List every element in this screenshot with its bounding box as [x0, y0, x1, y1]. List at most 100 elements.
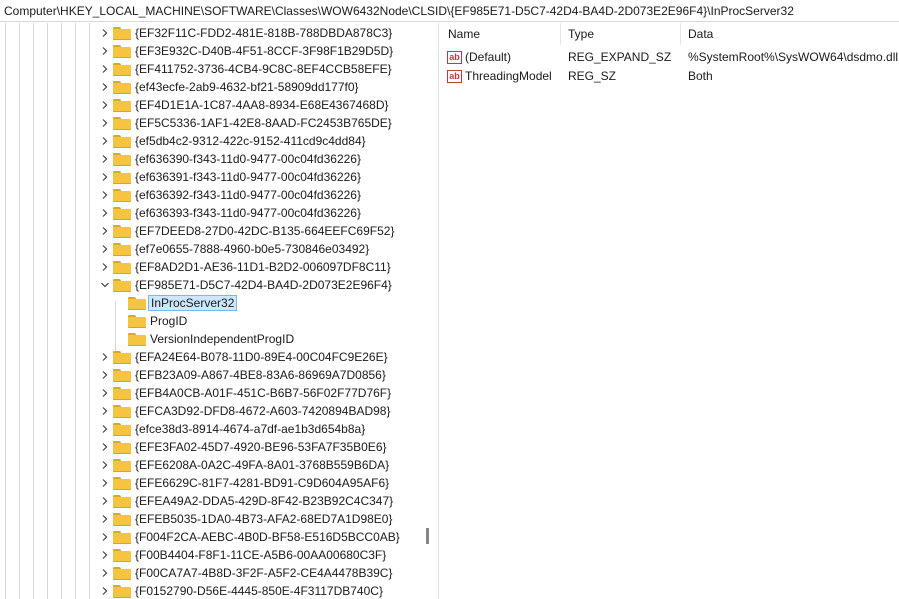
value-type: REG_SZ [568, 69, 617, 83]
column-separator[interactable] [560, 23, 561, 45]
key-tree[interactable]: {EF32F11C-FDD2-481E-818B-788DBDA878C3} {E… [0, 23, 426, 599]
tree-item-label: {ef636390-f343-11d0-9477-00c04fd36226} [135, 152, 361, 166]
tree-subkey-item[interactable]: VersionIndependentProgID [0, 330, 426, 348]
chevron-right-icon[interactable] [100, 100, 110, 110]
chevron-right-icon[interactable] [100, 172, 110, 182]
tree-key-item[interactable]: {ef636393-f343-11d0-9477-00c04fd36226} [0, 204, 426, 222]
chevron-right-icon[interactable] [100, 460, 110, 470]
tree-item-label: {EF4D1E1A-1C87-4AA8-8934-E68E4367468D} [135, 98, 389, 112]
folder-icon [113, 369, 131, 382]
tree-key-item[interactable]: {EF8AD2D1-AE36-11D1-B2D2-006097DF8C11} [0, 258, 426, 276]
string-value-icon: ab [447, 50, 462, 64]
tree-key-item[interactable]: {EFB23A09-A867-4BE8-83A6-86969A7D0856} [0, 366, 426, 384]
chevron-right-icon[interactable] [100, 442, 110, 452]
chevron-right-icon[interactable] [100, 136, 110, 146]
value-row-default[interactable]: ab (Default) [447, 48, 511, 66]
chevron-right-icon[interactable] [100, 208, 110, 218]
tree-item-label: {EFEB5035-1DA0-4B73-AFA2-68ED7A1D98E0} [135, 512, 393, 526]
chevron-right-icon[interactable] [100, 478, 110, 488]
column-header-name[interactable]: Name [448, 23, 480, 45]
folder-icon [113, 243, 131, 256]
tree-key-item[interactable]: {EF411752-3736-4CB4-9C8C-8EF4CCB58EFE} [0, 60, 426, 78]
column-header-type[interactable]: Type [568, 23, 594, 45]
folder-icon [113, 585, 131, 598]
chevron-down-icon[interactable] [100, 280, 110, 290]
chevron-right-icon[interactable] [100, 28, 110, 38]
tree-subkey-item[interactable]: ProgID [0, 312, 426, 330]
tree-scrollbar-thumb[interactable] [426, 528, 429, 544]
tree-key-item[interactable]: {ef636390-f343-11d0-9477-00c04fd36226} [0, 150, 426, 168]
chevron-right-icon[interactable] [100, 514, 110, 524]
values-list[interactable]: Name Type Data ab (Default) REG_EXPAND_S… [439, 23, 899, 599]
chevron-right-icon[interactable] [100, 64, 110, 74]
tree-key-item[interactable]: {ef7e0655-7888-4960-b0e5-730846e03492} [0, 240, 426, 258]
tree-key-item[interactable]: {EFE3FA02-45D7-4920-BE96-53FA7F35B0E6} [0, 438, 426, 456]
tree-key-item[interactable]: {ef636392-f343-11d0-9477-00c04fd36226} [0, 186, 426, 204]
folder-icon [113, 495, 131, 508]
tree-key-item[interactable]: {EF7DEED8-27D0-42DC-B135-664EEFC69F52} [0, 222, 426, 240]
folder-icon [113, 45, 131, 58]
column-header-type-label: Type [568, 27, 595, 41]
chevron-right-icon[interactable] [100, 82, 110, 92]
tree-key-item[interactable]: {EFA24E64-B078-11D0-89E4-00C04FC9E26E} [0, 348, 426, 366]
chevron-right-icon[interactable] [100, 406, 110, 416]
tree-item-label: {EFE3FA02-45D7-4920-BE96-53FA7F35B0E6} [135, 440, 387, 454]
tree-key-item[interactable]: {F0152790-D56E-4445-850E-4F3117DB740C} [0, 582, 426, 599]
tree-key-item[interactable]: {EFB4A0CB-A01F-451C-B6B7-56F02F77D76F} [0, 384, 426, 402]
folder-icon [113, 171, 131, 184]
tree-key-item[interactable]: {EFCA3D92-DFD8-4672-A603-7420894BAD98} [0, 402, 426, 420]
folder-icon [113, 351, 131, 364]
tree-key-item[interactable]: {F00CA7A7-4B8D-3F2F-A5F2-CE4A4478B39C} [0, 564, 426, 582]
tree-key-item[interactable]: {EF4D1E1A-1C87-4AA8-8934-E68E4367468D} [0, 96, 426, 114]
value-row-threadingmodel[interactable]: ab ThreadingModel [447, 67, 552, 85]
chevron-right-icon[interactable] [100, 154, 110, 164]
chevron-right-icon[interactable] [100, 352, 110, 362]
chevron-right-icon[interactable] [100, 586, 110, 596]
column-header-data[interactable]: Data [688, 23, 713, 45]
chevron-right-icon[interactable] [100, 190, 110, 200]
tree-subkey-item[interactable]: InProcServer32 [0, 294, 426, 312]
tree-item-label: {F00B4404-F8F1-11CE-A5B6-00AA00680C3F} [135, 548, 387, 562]
tree-key-item[interactable]: {EFEA49A2-DDA5-429D-8F42-B23B92C4C347} [0, 492, 426, 510]
tree-item-label: {efce38d3-8914-4674-a7df-ae1b3d654b8a} [135, 422, 366, 436]
tree-key-item[interactable]: {efce38d3-8914-4674-a7df-ae1b3d654b8a} [0, 420, 426, 438]
tree-key-item[interactable]: {EF985E71-D5C7-42D4-BA4D-2D073E2E96F4} [0, 276, 426, 294]
address-bar[interactable]: Computer\HKEY_LOCAL_MACHINE\SOFTWARE\Cla… [0, 0, 899, 22]
chevron-right-icon[interactable] [100, 568, 110, 578]
chevron-right-icon[interactable] [100, 532, 110, 542]
chevron-right-icon[interactable] [100, 424, 110, 434]
tree-key-item[interactable]: {ef636391-f343-11d0-9477-00c04fd36226} [0, 168, 426, 186]
chevron-right-icon[interactable] [100, 550, 110, 560]
chevron-right-icon[interactable] [100, 46, 110, 56]
tree-item-label: {EF32F11C-FDD2-481E-818B-788DBDA878C3} [135, 26, 393, 40]
folder-icon [113, 567, 131, 580]
tree-key-item[interactable]: {EF3E932C-D40B-4F51-8CCF-3F98F1B29D5D} [0, 42, 426, 60]
tree-key-item[interactable]: {ef5db4c2-9312-422c-9152-411cd9c4dd84} [0, 132, 426, 150]
chevron-right-icon[interactable] [100, 226, 110, 236]
value-type: REG_EXPAND_SZ [568, 50, 672, 64]
chevron-right-icon[interactable] [100, 496, 110, 506]
tree-key-item[interactable]: {EFE6208A-0A2C-49FA-8A01-3768B559B6DA} [0, 456, 426, 474]
chevron-right-icon[interactable] [100, 388, 110, 398]
tree-key-item[interactable]: {EFE6629C-81F7-4281-BD91-C9D604A95AF6} [0, 474, 426, 492]
chevron-right-icon[interactable] [100, 244, 110, 254]
tree-item-label: {EF3E932C-D40B-4F51-8CCF-3F98F1B29D5D} [135, 44, 394, 58]
folder-icon [113, 225, 131, 238]
column-separator[interactable] [680, 23, 681, 45]
tree-item-label: {F00CA7A7-4B8D-3F2F-A5F2-CE4A4478B39C} [135, 566, 393, 580]
tree-item-label: {F0152790-D56E-4445-850E-4F3117DB740C} [135, 584, 383, 598]
chevron-right-icon[interactable] [100, 118, 110, 128]
tree-key-item[interactable]: {F004F2CA-AEBC-4B0D-BF58-E516D5BCC0AB} [0, 528, 426, 546]
folder-icon [113, 531, 131, 544]
tree-key-item[interactable]: {ef43ecfe-2ab9-4632-bf21-58909dd177f0} [0, 78, 426, 96]
folder-icon [113, 81, 131, 94]
tree-item-label: {ef43ecfe-2ab9-4632-bf21-58909dd177f0} [135, 80, 359, 94]
chevron-right-icon[interactable] [100, 370, 110, 380]
tree-key-item[interactable]: {EFEB5035-1DA0-4B73-AFA2-68ED7A1D98E0} [0, 510, 426, 528]
chevron-right-icon[interactable] [100, 262, 110, 272]
tree-key-item[interactable]: {EF32F11C-FDD2-481E-818B-788DBDA878C3} [0, 24, 426, 42]
string-value-icon: ab [447, 69, 462, 83]
tree-key-item[interactable]: {EF5C5336-1AF1-42E8-8AAD-FC2453B765DE} [0, 114, 426, 132]
folder-icon [113, 63, 131, 76]
tree-key-item[interactable]: {F00B4404-F8F1-11CE-A5B6-00AA00680C3F} [0, 546, 426, 564]
